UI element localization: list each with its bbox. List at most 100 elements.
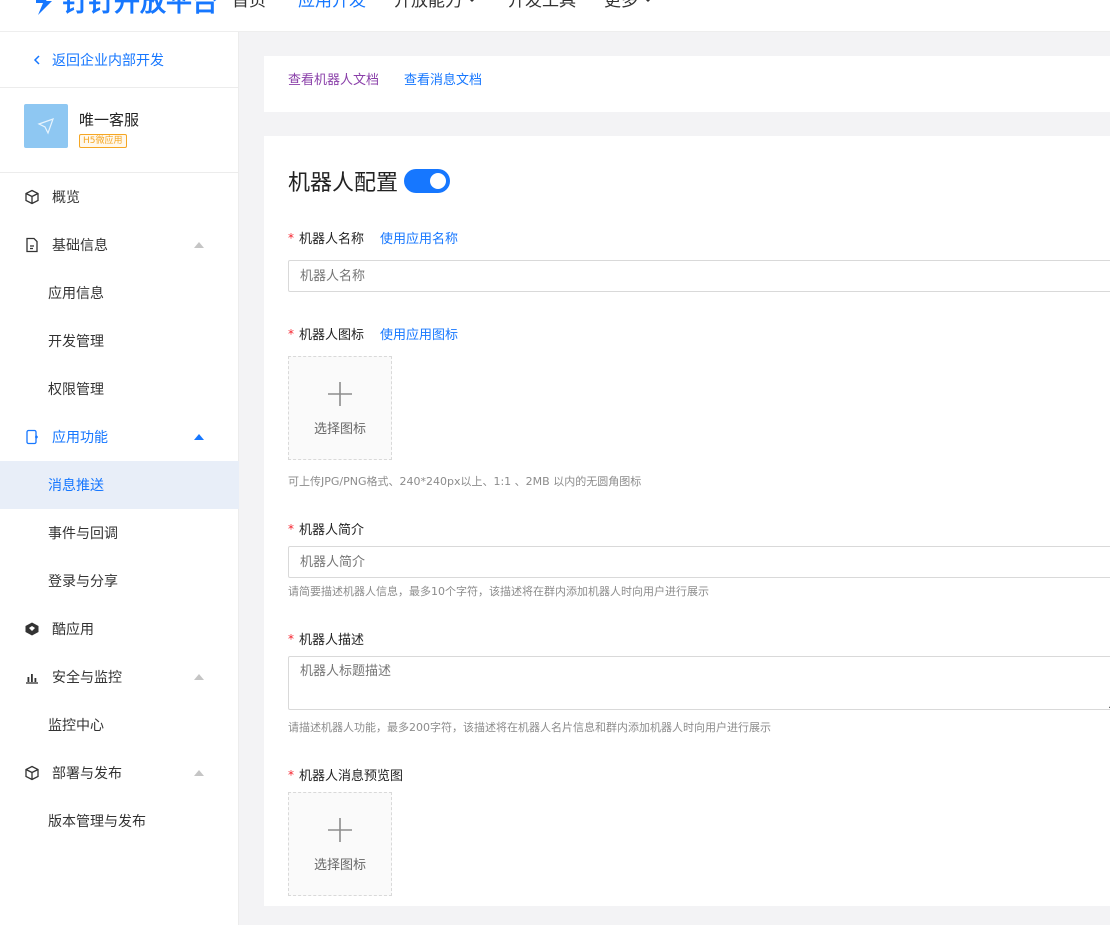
icon-hint: 可上传JPG/PNG格式、240*240px以上、1:1 、2MB 以内的无圆角… xyxy=(288,475,642,488)
plus-icon xyxy=(328,817,352,842)
robot-intro-label: * 机器人简介 xyxy=(288,519,365,539)
robot-enable-toggle[interactable] xyxy=(404,169,451,193)
robot-preview-label-text: 机器人消息预览图 xyxy=(299,769,404,784)
cube-icon xyxy=(25,765,39,781)
nav-app-dev[interactable]: 应用开发 xyxy=(298,0,366,11)
robot-name-label-text: 机器人名称 xyxy=(299,232,365,247)
caret-up-icon xyxy=(194,770,204,776)
app-type-badge: H5微应用 xyxy=(79,134,127,148)
robot-desc-label: * 机器人描述 xyxy=(288,629,365,649)
robot-preview-upload[interactable]: 选择图标 xyxy=(288,792,392,896)
nav-app-dev-label: 应用开发 xyxy=(298,0,366,11)
intro-hint: 请简要描述机器人信息，最多10个字符，该描述将在群内添加机器人时向用户进行展示 xyxy=(288,585,709,598)
dingtalk-logo[interactable]: 钉钉开放平台 xyxy=(34,0,218,19)
sidebar-item-label: 监控中心 xyxy=(48,718,104,734)
sidebar-item-label: 事件与回调 xyxy=(48,526,118,542)
required-mark: * xyxy=(288,326,294,341)
sidebar-item-event-callback[interactable]: 事件与回调 xyxy=(0,509,239,557)
nav-more-label: 更多 xyxy=(604,0,638,11)
document-icon xyxy=(26,237,38,253)
sidebar-item-label: 安全与监控 xyxy=(52,670,122,686)
caret-up-icon xyxy=(194,434,204,440)
use-app-name-link[interactable]: 使用应用名称 xyxy=(380,228,458,247)
doc-links-bar: 查看机器人文档 查看消息文档 xyxy=(264,56,1110,112)
sidebar-item-security[interactable]: 安全与监控 xyxy=(0,653,239,701)
sidebar-item-label: 应用信息 xyxy=(48,286,104,302)
cool-app-icon xyxy=(25,622,39,636)
caret-up-icon xyxy=(194,674,204,680)
msg-doc-link[interactable]: 查看消息文档 xyxy=(404,69,482,88)
top-navigation: 钉钉开放平台 首页 应用开发 开放能力 开发工具 更多 xyxy=(0,0,1110,32)
sidebar-item-label: 应用功能 xyxy=(52,430,108,446)
robot-config-panel: 机器人配置 * 机器人名称 使用应用名称 * 机器人图标 使用应用图标 选择图标… xyxy=(264,136,1110,906)
caret-up-icon xyxy=(194,242,204,248)
nav-dev-tools[interactable]: 开发工具 xyxy=(508,0,576,11)
robot-doc-link[interactable]: 查看机器人文档 xyxy=(288,69,379,88)
plus-icon xyxy=(328,381,352,406)
robot-preview-label: * 机器人消息预览图 xyxy=(288,765,404,785)
chevron-left-icon xyxy=(33,55,40,65)
back-label: 返回企业内部开发 xyxy=(52,53,164,69)
divider xyxy=(0,87,239,88)
sidebar-item-label: 消息推送 xyxy=(48,478,104,494)
required-mark: * xyxy=(288,767,294,782)
sidebar: 返回企业内部开发 唯一客服 H5微应用 概览 基础信息 应用信息 开发管理 权限… xyxy=(0,32,239,925)
required-mark: * xyxy=(288,230,294,245)
sidebar-item-basic-info[interactable]: 基础信息 xyxy=(0,221,239,269)
sidebar-item-perm-manage[interactable]: 权限管理 xyxy=(0,365,239,413)
sidebar-item-app-info[interactable]: 应用信息 xyxy=(0,269,239,317)
back-link[interactable]: 返回企业内部开发 xyxy=(32,50,164,70)
app-name: 唯一客服 xyxy=(79,111,140,129)
bar-chart-icon xyxy=(26,674,38,684)
sidebar-item-dev-manage[interactable]: 开发管理 xyxy=(0,317,239,365)
page-title-text: 机器人配置 xyxy=(288,171,399,196)
sidebar-item-login-share[interactable]: 登录与分享 xyxy=(0,557,239,605)
phone-feature-icon xyxy=(26,429,38,445)
robot-icon-label-text: 机器人图标 xyxy=(299,328,365,343)
robot-icon-upload[interactable]: 选择图标 xyxy=(288,356,392,460)
upload-label: 选择图标 xyxy=(313,421,366,437)
use-app-icon-link[interactable]: 使用应用图标 xyxy=(380,324,458,343)
robot-desc-textarea[interactable] xyxy=(288,656,1110,710)
robot-name-label: * 机器人名称 使用应用名称 xyxy=(288,228,458,248)
nav-more[interactable]: 更多 xyxy=(604,0,654,11)
robot-desc-label-text: 机器人描述 xyxy=(299,633,365,648)
sidebar-item-label: 登录与分享 xyxy=(48,574,118,590)
sidebar-item-label: 概览 xyxy=(52,190,80,206)
sidebar-item-app-features[interactable]: 应用功能 xyxy=(0,413,239,461)
sidebar-item-label: 开发管理 xyxy=(48,334,104,350)
nav-home[interactable]: 首页 xyxy=(232,0,266,11)
sidebar-item-label: 权限管理 xyxy=(48,382,104,398)
sidebar-item-deploy[interactable]: 部署与发布 xyxy=(0,749,239,797)
nav-open-capability[interactable]: 开放能力 xyxy=(394,0,478,11)
nav-open-capability-label: 开放能力 xyxy=(394,0,462,11)
robot-name-input[interactable] xyxy=(288,260,1110,292)
app-avatar xyxy=(24,104,68,148)
dingtalk-logo-icon xyxy=(36,0,52,15)
sidebar-item-msg-push[interactable]: 消息推送 xyxy=(0,461,239,509)
page-title: 机器人配置 xyxy=(288,165,451,197)
logo-text: 钉钉开放平台 xyxy=(62,0,219,18)
sidebar-item-label: 酷应用 xyxy=(52,622,94,638)
nav-dev-tools-label: 开发工具 xyxy=(508,0,576,11)
robot-intro-label-text: 机器人简介 xyxy=(299,523,365,538)
robot-icon-label: * 机器人图标 使用应用图标 xyxy=(288,324,458,344)
cube-icon xyxy=(25,189,39,205)
required-mark: * xyxy=(288,521,294,536)
nav-home-label: 首页 xyxy=(232,0,266,11)
upload-label: 选择图标 xyxy=(313,857,366,873)
sidebar-item-label: 版本管理与发布 xyxy=(48,814,146,830)
sidebar-item-label: 基础信息 xyxy=(52,238,108,254)
sidebar-item-monitor-center[interactable]: 监控中心 xyxy=(0,701,239,749)
desc-hint: 请描述机器人功能，最多200字符，该描述将在机器人名片信息和群内添加机器人时向用… xyxy=(288,721,771,734)
sidebar-item-label: 部署与发布 xyxy=(52,766,122,782)
app-logo-icon xyxy=(37,118,54,135)
chevron-down-icon xyxy=(470,0,474,2)
chevron-down-icon xyxy=(646,0,650,2)
required-mark: * xyxy=(288,631,294,646)
robot-intro-input[interactable] xyxy=(288,546,1110,578)
sidebar-item-cool-app[interactable]: 酷应用 xyxy=(0,605,239,653)
app-card: 唯一客服 H5微应用 xyxy=(24,104,139,148)
sidebar-item-overview[interactable]: 概览 xyxy=(0,173,239,221)
sidebar-item-version-manage[interactable]: 版本管理与发布 xyxy=(0,797,239,845)
